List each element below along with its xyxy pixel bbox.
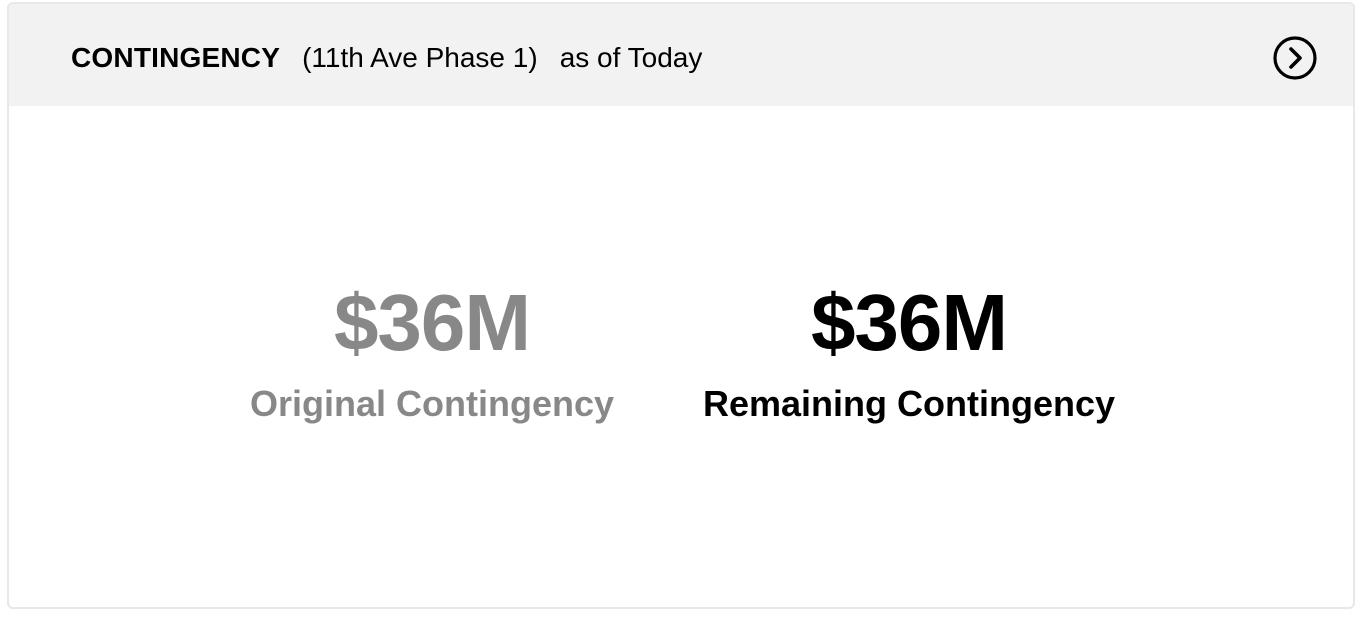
header-title-group: CONTINGENCY (11th Ave Phase 1) as of Tod… bbox=[71, 40, 702, 76]
open-details-button[interactable] bbox=[1272, 35, 1318, 81]
original-contingency-label: Original Contingency bbox=[249, 383, 615, 424]
card-header: CONTINGENCY (11th Ave Phase 1) as of Tod… bbox=[9, 4, 1353, 106]
remaining-contingency-label: Remaining Contingency bbox=[702, 383, 1116, 424]
remaining-contingency-metric: $36M Remaining Contingency bbox=[689, 280, 1129, 424]
project-name: (11th Ave Phase 1) bbox=[302, 42, 538, 73]
original-contingency-value: $36M bbox=[333, 278, 531, 367]
remaining-contingency-value: $36M bbox=[810, 278, 1008, 367]
original-contingency-metric: $36M Original Contingency bbox=[212, 280, 652, 424]
chevron-right-circle-icon bbox=[1273, 36, 1317, 80]
card-title: CONTINGENCY bbox=[71, 42, 281, 73]
as-of-label: as of Today bbox=[559, 42, 703, 73]
contingency-card: CONTINGENCY (11th Ave Phase 1) as of Tod… bbox=[7, 2, 1355, 609]
